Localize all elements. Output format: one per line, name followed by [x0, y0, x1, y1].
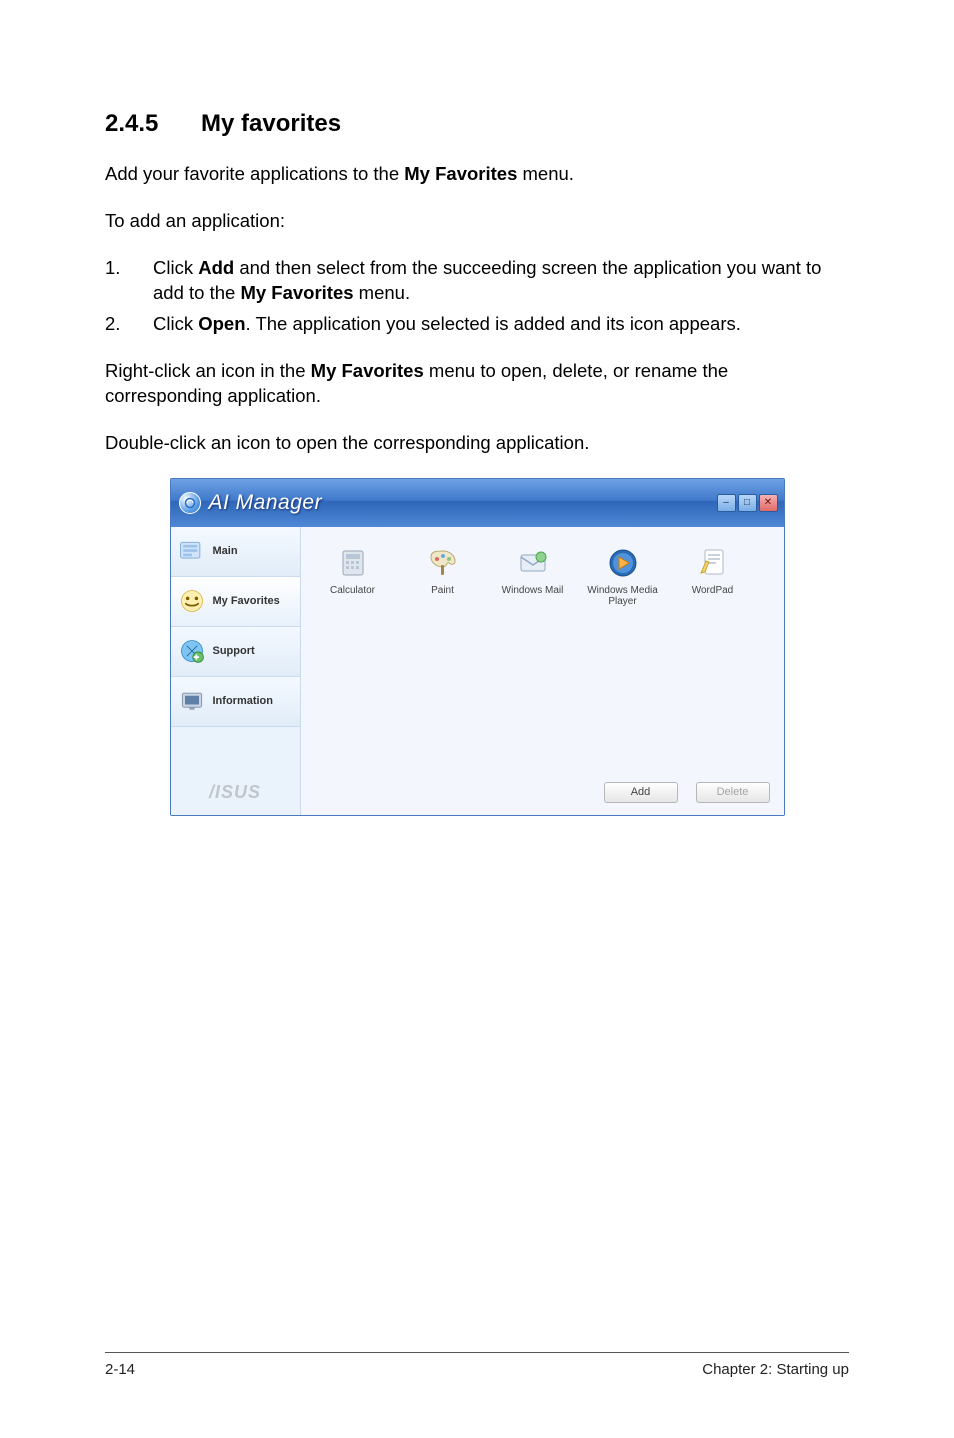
t-bold: Add [198, 257, 234, 278]
delete-button[interactable]: Delete [696, 782, 770, 803]
step-1: 1. Click Add and then select from the su… [105, 256, 849, 306]
step-text: Click Open. The application you selected… [153, 312, 849, 337]
sidebar-item-label: Support [213, 645, 255, 657]
sidebar-item-support[interactable]: Support [171, 627, 300, 677]
app-label: Calculator [330, 585, 375, 596]
t-bold: Open [198, 313, 245, 334]
app-item-calculator[interactable]: Calculator [313, 545, 393, 607]
sidebar-item-information[interactable]: Information [171, 677, 300, 727]
wordpad-icon [695, 545, 731, 581]
support-icon [177, 636, 207, 666]
document-page: 2.4.5My favorites Add your favorite appl… [0, 0, 954, 1438]
chapter-label: Chapter 2: Starting up [702, 1361, 849, 1378]
sidebar-item-label: My Favorites [213, 595, 280, 607]
ai-window-title: AI Manager [209, 491, 323, 515]
app-item-paint[interactable]: Paint [403, 545, 483, 607]
intro-text-bold: My Favorites [404, 163, 517, 184]
section-number: 2.4.5 [105, 110, 201, 138]
favorites-icon-grid: Calculator Paint Windows Mail [301, 527, 784, 607]
brand-text: /ISUS [209, 782, 261, 803]
calculator-icon [335, 545, 371, 581]
ai-logo-icon [179, 492, 201, 514]
sidebar: Main My Favorites Support [171, 527, 301, 815]
favorites-icon [177, 586, 207, 616]
close-button[interactable]: ✕ [759, 494, 778, 512]
app-label: Windows Mail [502, 585, 564, 596]
step-2: 2. Click Open. The application you selec… [105, 312, 849, 337]
double-click-paragraph: Double-click an icon to open the corresp… [105, 431, 849, 456]
t-bold: My Favorites [311, 360, 424, 381]
information-icon [177, 686, 207, 716]
t: Right-click an icon in the [105, 360, 311, 381]
main-icon [177, 536, 207, 566]
app-item-windows-media-player[interactable]: Windows Media Player [583, 545, 663, 607]
page-footer: 2-14 Chapter 2: Starting up [105, 1352, 849, 1378]
add-button[interactable]: Add [604, 782, 678, 803]
paint-icon [425, 545, 461, 581]
t: Click [153, 257, 198, 278]
section-title: My favorites [201, 110, 341, 137]
app-item-windows-mail[interactable]: Windows Mail [493, 545, 573, 607]
ai-manager-window: AI Manager – □ ✕ Main My Fav [170, 478, 785, 816]
mail-icon [515, 545, 551, 581]
section-heading: 2.4.5My favorites [105, 110, 849, 138]
to-add-line: To add an application: [105, 209, 849, 234]
sidebar-item-label: Main [213, 545, 238, 557]
intro-text-after: menu. [517, 163, 574, 184]
app-label: WordPad [692, 585, 734, 596]
intro-paragraph: Add your favorite applications to the My… [105, 162, 849, 187]
window-controls: – □ ✕ [717, 494, 778, 512]
app-item-wordpad[interactable]: WordPad [673, 545, 753, 607]
t-bold: My Favorites [240, 282, 353, 303]
favorites-content-pane: Calculator Paint Windows Mail [301, 527, 784, 815]
step-number: 1. [105, 256, 153, 306]
sidebar-item-main[interactable]: Main [171, 527, 300, 577]
brand-logo: /ISUS [171, 771, 300, 815]
media-player-icon [605, 545, 641, 581]
minimize-button[interactable]: – [717, 494, 736, 512]
sidebar-spacer [171, 727, 300, 771]
step-number: 2. [105, 312, 153, 337]
step-text: Click Add and then select from the succe… [153, 256, 849, 306]
t: . The application you selected is added … [246, 313, 741, 334]
t: menu. [354, 282, 411, 303]
page-number: 2-14 [105, 1361, 135, 1378]
steps-list: 1. Click Add and then select from the su… [105, 256, 849, 337]
action-button-row: Add Delete [604, 782, 770, 803]
app-label: Paint [431, 585, 454, 596]
maximize-button[interactable]: □ [738, 494, 757, 512]
sidebar-item-label: Information [213, 695, 274, 707]
t: Click [153, 313, 198, 334]
ai-body: Main My Favorites Support [171, 527, 784, 815]
app-label: Windows Media Player [583, 585, 663, 607]
sidebar-item-favorites[interactable]: My Favorites [171, 577, 300, 627]
intro-text-before: Add your favorite applications to the [105, 163, 404, 184]
right-click-paragraph: Right-click an icon in the My Favorites … [105, 359, 849, 409]
ai-titlebar[interactable]: AI Manager – □ ✕ [171, 479, 784, 527]
